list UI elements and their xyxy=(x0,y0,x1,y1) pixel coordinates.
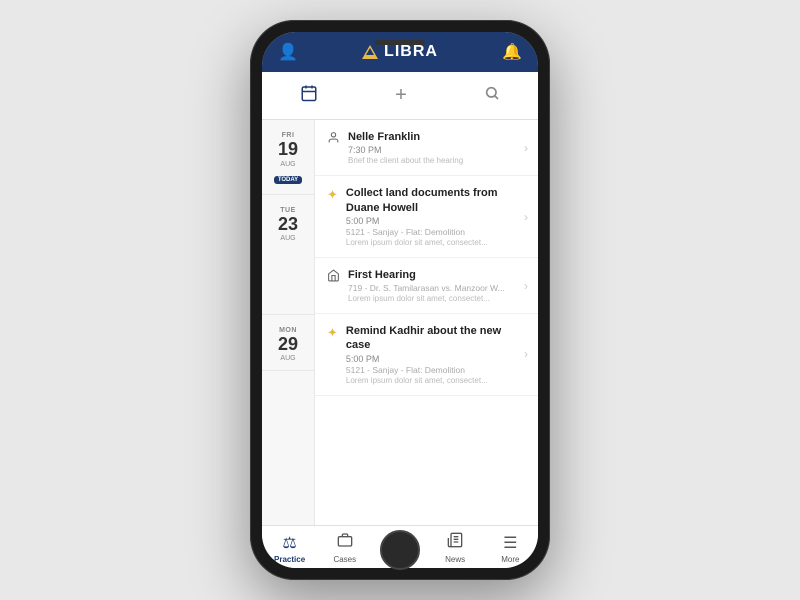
nav-label-news: News xyxy=(445,555,465,564)
today-badge: TODAY xyxy=(274,176,302,184)
event-content-kadhir: Remind Kadhir about the new case 5:00 PM… xyxy=(346,324,516,385)
nav-item-cases[interactable]: Cases xyxy=(323,532,367,564)
event-title-nelle: Nelle Franklin xyxy=(348,130,516,144)
event-desc-kadhir: Lorem ipsum dolor sit amet, consectet... xyxy=(346,376,516,385)
date-block-fri: FRI 19 AUG TODAY xyxy=(262,120,314,195)
event-item-remind-kadhir[interactable]: ✦ Remind Kadhir about the new case 5:00 … xyxy=(315,314,538,396)
content-area: FRI 19 AUG TODAY TUE 23 AUG MON 29 AUG xyxy=(262,120,538,525)
search-button[interactable] xyxy=(476,81,508,110)
event-time-kadhir: 5:00 PM xyxy=(346,354,516,364)
notification-icon[interactable]: 🔔 xyxy=(502,42,522,62)
event-case-kadhir: 5121 - Sanjay - Flat: Demolition xyxy=(346,365,516,375)
cases-icon xyxy=(337,532,353,553)
day-name-fri: FRI xyxy=(266,132,310,139)
app-header: 👤 LIBRA 🔔 xyxy=(262,32,538,72)
nav-label-cases: Cases xyxy=(333,555,356,564)
event-content-collect: Collect land documents from Duane Howell… xyxy=(346,186,516,247)
nav-label-practice: Practice xyxy=(274,555,305,564)
nav-item-practice[interactable]: ⚖ Practice xyxy=(268,533,312,564)
event-item-collect-docs[interactable]: ✦ Collect land documents from Duane Howe… xyxy=(315,176,538,258)
app-title: LIBRA xyxy=(384,43,438,61)
nav-label-more: More xyxy=(501,555,519,564)
event-item-first-hearing[interactable]: First Hearing 719 - Dr. S. Tamilarasan v… xyxy=(315,258,538,314)
logo-triangle-icon xyxy=(362,45,378,59)
event-desc-hearing: Lorem ipsum dolor sit amet, consectet... xyxy=(348,294,516,303)
event-title-collect: Collect land documents from Duane Howell xyxy=(346,186,516,215)
date-block-mon: MON 29 AUG xyxy=(262,315,314,372)
day-num-fri: 19 xyxy=(266,139,310,161)
event-title-kadhir: Remind Kadhir about the new case xyxy=(346,324,516,353)
month-mon: AUG xyxy=(266,355,310,362)
date-sidebar: FRI 19 AUG TODAY TUE 23 AUG MON 29 AUG xyxy=(262,120,314,525)
dboard-icon xyxy=(392,532,408,553)
chevron-icon-kadhir: › xyxy=(524,347,528,361)
chevron-icon-collect: › xyxy=(524,210,528,224)
day-name-tue: TUE xyxy=(266,207,310,214)
event-time-nelle: 7:30 PM xyxy=(348,145,516,155)
contact-icon xyxy=(327,131,340,147)
court-icon xyxy=(327,269,340,285)
practice-icon: ⚖ xyxy=(282,533,296,553)
toolbar: + xyxy=(262,72,538,120)
event-time-collect: 5:00 PM xyxy=(346,216,516,226)
event-content-hearing: First Hearing 719 - Dr. S. Tamilarasan v… xyxy=(348,268,516,303)
add-button[interactable]: + xyxy=(387,80,415,111)
event-content-nelle: Nelle Franklin 7:30 PM Brief the client … xyxy=(348,130,516,165)
event-item-nelle-franklin[interactable]: Nelle Franklin 7:30 PM Brief the client … xyxy=(315,120,538,176)
day-num-tue: 23 xyxy=(266,214,310,236)
user-icon[interactable]: 👤 xyxy=(278,42,298,62)
day-name-mon: MON xyxy=(266,327,310,334)
month-tue: AUG xyxy=(266,235,310,242)
nav-label-dboard: D.Board xyxy=(385,555,414,564)
phone-screen: 👤 LIBRA 🔔 + xyxy=(262,32,538,568)
calendar-button[interactable] xyxy=(292,80,326,111)
pin-icon-kadhir: ✦ xyxy=(327,325,338,341)
event-desc-nelle: Brief the client about the hearing xyxy=(348,156,516,165)
month-fri: AUG xyxy=(266,161,310,168)
chevron-icon-hearing: › xyxy=(524,279,528,293)
nav-item-dboard[interactable]: D.Board xyxy=(378,532,422,564)
phone-frame: 👤 LIBRA 🔔 + xyxy=(250,20,550,580)
news-icon xyxy=(447,532,463,553)
event-title-hearing: First Hearing xyxy=(348,268,516,282)
day-num-mon: 29 xyxy=(266,334,310,356)
chevron-icon-nelle: › xyxy=(524,141,528,155)
bottom-nav: ⚖ Practice Cases xyxy=(262,525,538,568)
nav-item-news[interactable]: News xyxy=(433,532,477,564)
nav-item-more[interactable]: ☰ More xyxy=(488,533,532,564)
app-logo: LIBRA xyxy=(362,43,438,61)
events-list: Nelle Franklin 7:30 PM Brief the client … xyxy=(314,120,538,525)
event-case-hearing: 719 - Dr. S. Tamilarasan vs. Manzoor W..… xyxy=(348,283,516,293)
more-icon: ☰ xyxy=(503,533,517,553)
date-block-tue: TUE 23 AUG xyxy=(262,195,314,315)
event-case-collect: 5121 - Sanjay - Flat: Demolition xyxy=(346,227,516,237)
event-desc-collect: Lorem ipsum dolor sit amet, consectet... xyxy=(346,238,516,247)
pin-icon-collect: ✦ xyxy=(327,187,338,203)
